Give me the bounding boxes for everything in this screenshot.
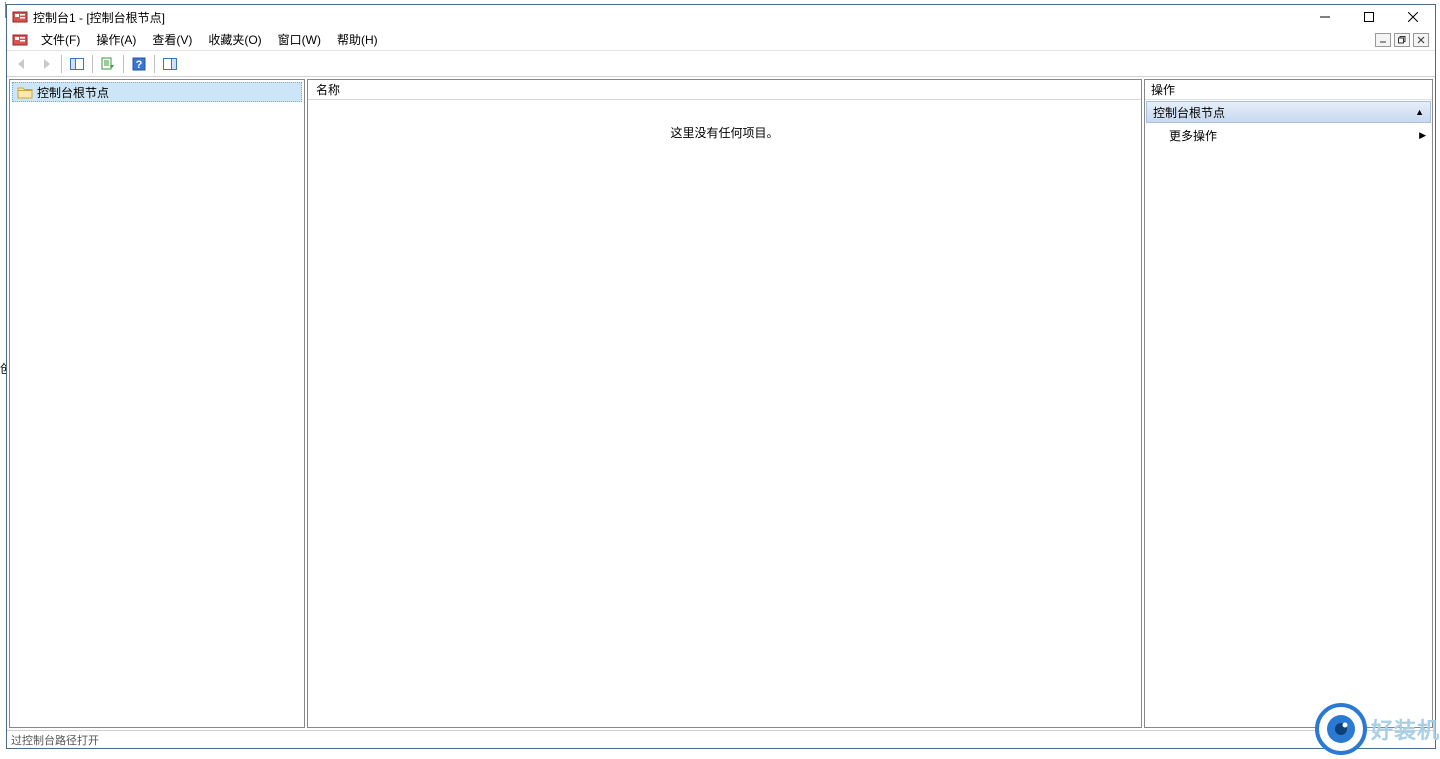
menu-action[interactable]: 操作(A) bbox=[88, 29, 144, 50]
column-header-name[interactable]: 名称 bbox=[308, 80, 1141, 100]
folder-icon bbox=[17, 86, 33, 99]
export-list-button[interactable] bbox=[96, 53, 120, 75]
menu-window[interactable]: 窗口(W) bbox=[270, 29, 329, 50]
toolbar-separator bbox=[154, 55, 155, 73]
menu-favorites[interactable]: 收藏夹(O) bbox=[200, 29, 269, 50]
close-button[interactable] bbox=[1391, 5, 1435, 29]
submenu-arrow-icon: ▶ bbox=[1419, 130, 1426, 141]
toolbar-separator bbox=[123, 55, 124, 73]
mmc-app-icon bbox=[12, 9, 28, 25]
column-header-name-label: 名称 bbox=[316, 81, 340, 98]
actions-panel: 操作 控制台根节点 ▲ 更多操作 ▶ bbox=[1144, 79, 1433, 728]
minimize-button[interactable] bbox=[1303, 5, 1347, 29]
show-hide-action-pane-button[interactable] bbox=[158, 53, 182, 75]
empty-list-message: 这里没有任何项目。 bbox=[308, 100, 1141, 727]
actions-node-title[interactable]: 控制台根节点 ▲ bbox=[1146, 101, 1431, 123]
actions-header: 操作 bbox=[1145, 80, 1432, 100]
show-hide-tree-button[interactable] bbox=[65, 53, 89, 75]
toolbar-separator bbox=[92, 55, 93, 73]
toolbar-separator bbox=[61, 55, 62, 73]
window-title: 控制台1 - [控制台根节点] bbox=[33, 9, 165, 26]
mdi-close-button[interactable] bbox=[1413, 33, 1429, 47]
mdi-minimize-button[interactable] bbox=[1375, 33, 1391, 47]
mmc-window: 控制台1 - [控制台根节点] 文件(F) 操作(A) 查看(V) 收藏夹(O)… bbox=[6, 4, 1436, 749]
menu-help[interactable]: 帮助(H) bbox=[329, 29, 386, 50]
tree-root-node[interactable]: 控制台根节点 bbox=[12, 82, 302, 102]
result-list-panel[interactable]: 名称 这里没有任何项目。 bbox=[307, 79, 1142, 728]
work-area: 控制台根节点 名称 这里没有任何项目。 操作 控制台根节点 ▲ 更多操作 ▶ bbox=[7, 77, 1435, 730]
menu-bar: 文件(F) 操作(A) 查看(V) 收藏夹(O) 窗口(W) 帮助(H) bbox=[7, 29, 1435, 51]
menu-file[interactable]: 文件(F) bbox=[33, 29, 88, 50]
title-bar[interactable]: 控制台1 - [控制台根节点] bbox=[7, 5, 1435, 29]
mdi-restore-button[interactable] bbox=[1394, 33, 1410, 47]
tree-root-label: 控制台根节点 bbox=[37, 84, 109, 101]
maximize-button[interactable] bbox=[1347, 5, 1391, 29]
menu-view[interactable]: 查看(V) bbox=[144, 29, 200, 50]
status-bar: 过控制台路径打开 bbox=[7, 730, 1435, 748]
collapse-arrow-icon: ▲ bbox=[1415, 107, 1424, 117]
console-tree-panel[interactable]: 控制台根节点 bbox=[9, 79, 305, 728]
status-text: 过控制台路径打开 bbox=[11, 732, 99, 748]
back-button[interactable] bbox=[10, 53, 34, 75]
help-button[interactable]: ? bbox=[127, 53, 151, 75]
more-actions-item[interactable]: 更多操作 ▶ bbox=[1145, 124, 1432, 146]
mdi-window-controls bbox=[1375, 33, 1431, 47]
svg-text:?: ? bbox=[136, 59, 143, 71]
forward-button[interactable] bbox=[34, 53, 58, 75]
mmc-doc-icon bbox=[12, 32, 28, 48]
toolbar: ? bbox=[7, 51, 1435, 77]
